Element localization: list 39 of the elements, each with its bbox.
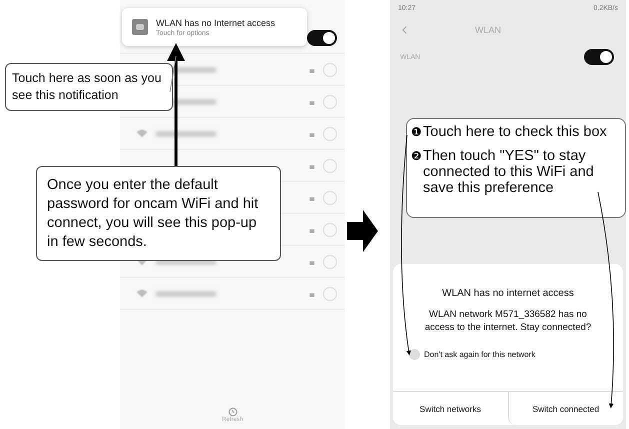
lock-icon [309, 130, 315, 136]
toggle-switch[interactable] [307, 30, 337, 46]
chevron-button[interactable] [323, 254, 337, 268]
checkbox-label: Don't ask again for this network [424, 350, 536, 359]
step-text: Then touch "YES" to stay connected to this WiFi and save this preference [423, 148, 595, 197]
chevron-button[interactable] [323, 126, 337, 140]
toggle-switch[interactable] [584, 49, 614, 65]
step-marker: ❷ [411, 148, 422, 164]
lock-icon [309, 226, 315, 232]
screen-title: WLAN [475, 25, 502, 35]
chevron-button[interactable] [323, 94, 337, 108]
lock-icon [309, 66, 315, 72]
dialog-message: WLAN network M571_336582 has no access to the internet. Stay connected? [424, 309, 592, 335]
back-icon[interactable] [402, 25, 407, 35]
chevron-button[interactable] [323, 158, 337, 172]
lock-icon [309, 258, 315, 264]
lock-icon [309, 98, 315, 104]
app-icon [132, 19, 148, 35]
blurred-network-name [156, 290, 216, 296]
lock-icon [309, 290, 315, 296]
chevron-button[interactable] [323, 286, 337, 300]
wifi-icon [136, 129, 148, 138]
chevron-button[interactable] [323, 222, 337, 236]
refresh-icon[interactable] [228, 407, 238, 417]
checkbox[interactable] [409, 348, 420, 360]
lock-icon [309, 194, 315, 200]
step-text: Touch here to check this box [423, 125, 607, 141]
dialog-title: WLAN has no internet access [442, 288, 574, 299]
callout-text: Touch here as soon as you see this notification [5, 63, 173, 111]
chevron-button[interactable] [323, 62, 337, 76]
dialog-button[interactable]: Switch connected [508, 392, 623, 425]
right-arrow [347, 210, 378, 252]
notification-title: WLAN has no Internet access [156, 18, 276, 28]
callout-text: Once you enter the default password for oncam WiFi and hit connect, you will see this pop-up in few seconds. [36, 166, 281, 262]
blurred-network-name [156, 130, 216, 136]
wifi-icon [136, 289, 148, 298]
lock-icon [309, 162, 315, 168]
step-marker: ❶ [411, 125, 422, 140]
chevron-button[interactable] [323, 190, 337, 204]
